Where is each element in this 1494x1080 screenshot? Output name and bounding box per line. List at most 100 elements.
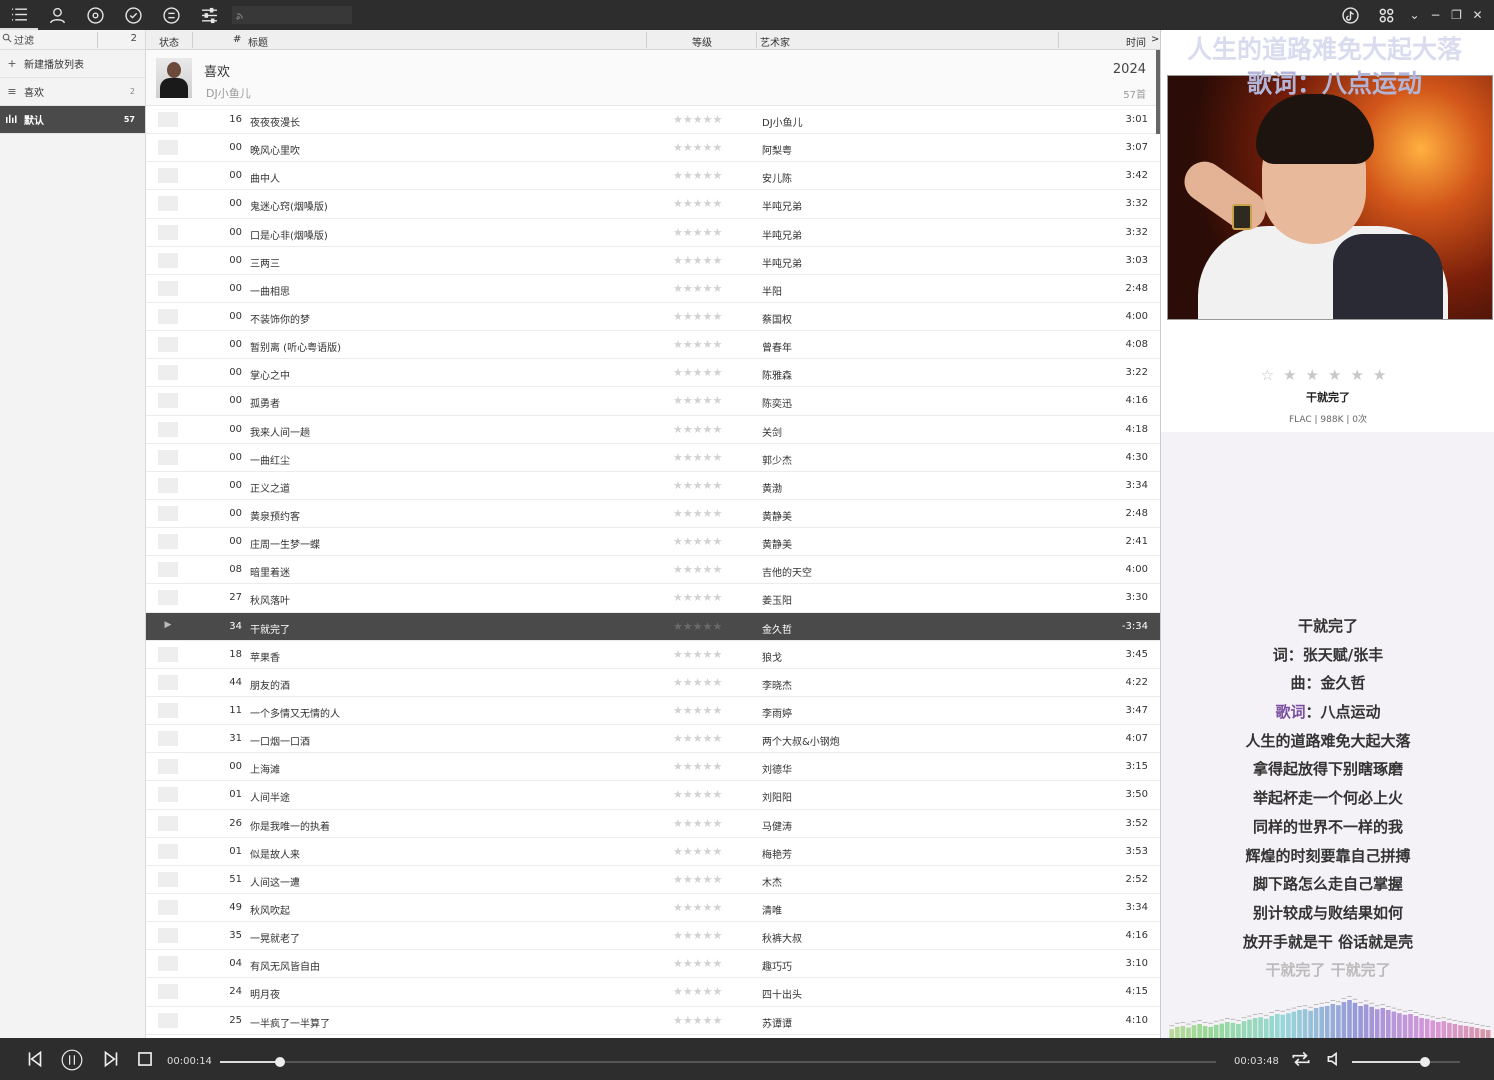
track-rating-stars[interactable]: ★★★★★ <box>673 394 722 407</box>
search-input[interactable] <box>232 6 352 24</box>
rating-stars[interactable]: ☆★★★★★ <box>1161 366 1494 384</box>
seek-bar[interactable] <box>220 1057 1216 1067</box>
col-title[interactable]: 标题 <box>248 34 268 49</box>
track-row[interactable]: 51 人间这一遭 ★★★★★ 木杰 2:52 <box>146 866 1160 894</box>
track-rating-stars[interactable]: ★★★★★ <box>673 479 722 492</box>
track-row[interactable]: 00 一曲相思 ★★★★★ 半阳 2:48 <box>146 275 1160 303</box>
list-icon[interactable] <box>0 0 38 30</box>
col-time[interactable]: 时间 <box>1126 34 1146 49</box>
track-row[interactable]: 26 你是我唯一的执着 ★★★★★ 马健涛 3:52 <box>146 810 1160 838</box>
minimize-button[interactable]: − <box>1425 0 1446 30</box>
track-row[interactable]: 44 朋友的酒 ★★★★★ 李晓杰 4:22 <box>146 669 1160 697</box>
track-rating-stars[interactable]: ★★★★★ <box>673 254 722 267</box>
stop-icon[interactable] <box>134 1048 156 1070</box>
track-rating-stars[interactable]: ★★★★★ <box>673 985 722 998</box>
tiktok-icon[interactable] <box>1332 0 1368 30</box>
track-rating-stars[interactable]: ★★★★★ <box>673 282 722 295</box>
track-row-playing[interactable]: ▶ 34 干就完了 ★★★★★ 金久哲 -3:34 <box>146 612 1160 641</box>
track-row[interactable]: 00 晚风心里吹 ★★★★★ 阿梨粤 3:07 <box>146 134 1160 163</box>
track-row[interactable]: 31 一口烟一口酒 ★★★★★ 两个大叔&小钢炮 4:07 <box>146 725 1160 754</box>
track-row[interactable]: 00 口是心非(烟嗓版) ★★★★★ 半吨兄弟 3:32 <box>146 219 1160 247</box>
track-rating-stars[interactable]: ★★★★★ <box>673 817 722 830</box>
pause-icon[interactable] <box>58 1046 86 1074</box>
restore-button[interactable]: ❐ <box>1446 0 1467 30</box>
track-row[interactable]: 00 黄泉预约客 ★★★★★ 黄静美 2:48 <box>146 500 1160 529</box>
track-rating-stars[interactable]: ★★★★★ <box>673 704 722 717</box>
menu-icon[interactable] <box>152 0 190 30</box>
track-row[interactable]: 01 似是故人来 ★★★★★ 梅艳芳 3:53 <box>146 838 1160 866</box>
track-rating-stars[interactable]: ★★★★★ <box>673 676 722 689</box>
track-rating-stars[interactable]: ★★★★★ <box>673 957 722 970</box>
volume-slider[interactable] <box>1352 1057 1460 1067</box>
track-row[interactable]: 25 一半疯了一半算了 ★★★★★ 苏谭谭 4:10 <box>146 1007 1160 1035</box>
disc-icon[interactable] <box>76 0 114 30</box>
track-rating-stars[interactable]: ★★★★★ <box>673 507 722 520</box>
track-row[interactable]: 16 夜夜夜漫长 ★★★★★ DJ小鱼儿 3:01 <box>146 106 1160 135</box>
track-rating-stars[interactable]: ★★★★★ <box>673 310 722 323</box>
track-rating-stars[interactable]: ★★★★★ <box>673 873 722 886</box>
track-row[interactable]: 00 暂别离 (听心粤语版) ★★★★★ 曾春年 4:08 <box>146 331 1160 360</box>
sidebar-item-default[interactable]: 默认 57 <box>0 106 145 134</box>
track-rating-stars[interactable]: ★★★★★ <box>673 423 722 436</box>
track-rating-stars[interactable]: ★★★★★ <box>673 901 722 914</box>
sidebar-item-new-playlist[interactable]: + 新建播放列表 <box>0 50 145 78</box>
track-row[interactable]: 00 我来人间一趟 ★★★★★ 关剑 4:18 <box>146 416 1160 444</box>
track-rating-stars[interactable]: ★★★★★ <box>673 845 722 858</box>
track-rating-stars[interactable]: ★★★★★ <box>673 197 722 210</box>
user-icon[interactable] <box>38 0 76 30</box>
collapse-button[interactable]: ⌄ <box>1404 0 1425 30</box>
seek-handle[interactable] <box>274 1057 285 1067</box>
apps-icon[interactable] <box>1368 0 1404 30</box>
track-row[interactable]: 00 孤勇者 ★★★★★ 陈奕迅 4:16 <box>146 387 1160 416</box>
clock-icon[interactable] <box>114 0 152 30</box>
track-rating-stars[interactable]: ★★★★★ <box>673 591 722 604</box>
repeat-icon[interactable] <box>1290 1048 1312 1070</box>
volume-icon[interactable] <box>1324 1048 1346 1070</box>
col-status[interactable]: 状态 <box>159 34 179 49</box>
track-rating-stars[interactable]: ★★★★★ <box>673 929 722 942</box>
track-row[interactable]: 24 明月夜 ★★★★★ 四十出头 4:15 <box>146 978 1160 1007</box>
track-row[interactable]: 00 鬼迷心窍(烟嗓版) ★★★★★ 半吨兄弟 3:32 <box>146 190 1160 219</box>
track-rating-stars[interactable]: ★★★★★ <box>673 760 722 773</box>
track-row[interactable]: 00 掌心之中 ★★★★★ 陈雅森 3:22 <box>146 359 1160 388</box>
lyrics-view[interactable]: 干就完了 词：张天赋/张丰 曲：金久哲 歌词：八点运动 人生的道路难免大起大落 拿得起放得… <box>1161 612 1494 985</box>
track-rating-stars[interactable]: ★★★★★ <box>673 366 722 379</box>
track-rating-stars[interactable]: ★★★★★ <box>673 113 722 126</box>
track-row[interactable]: 00 庄周一生梦一蝶 ★★★★★ 黄静美 2:41 <box>146 528 1160 557</box>
sidebar-item-favorites[interactable]: ≡ 喜欢 2 <box>0 78 145 106</box>
next-icon[interactable] <box>100 1048 122 1070</box>
track-rating-stars[interactable]: ★★★★★ <box>673 338 722 351</box>
track-row[interactable]: 00 三两三 ★★★★★ 半吨兄弟 3:03 <box>146 247 1160 275</box>
col-number[interactable]: # <box>233 34 241 45</box>
volume-handle[interactable] <box>1420 1057 1431 1067</box>
previous-icon[interactable] <box>24 1048 46 1070</box>
playlist-group-header[interactable]: 喜欢 DJ小鱼儿 2024 57首 <box>146 50 1160 106</box>
track-row[interactable]: 00 上海滩 ★★★★★ 刘德华 3:15 <box>146 753 1160 782</box>
track-rating-stars[interactable]: ★★★★★ <box>673 141 722 154</box>
col-artist[interactable]: 艺术家 <box>760 34 790 49</box>
col-more[interactable]: > <box>1151 34 1159 45</box>
track-row[interactable]: 11 一个多情又无情的人 ★★★★★ 李雨婷 3:47 <box>146 697 1160 726</box>
track-rating-stars[interactable]: ★★★★★ <box>673 648 722 661</box>
track-rating-stars[interactable]: ★★★★★ <box>673 535 722 548</box>
track-rating-stars[interactable]: ★★★★★ <box>673 620 722 633</box>
track-row[interactable]: 01 人间半途 ★★★★★ 刘阳阳 3:50 <box>146 781 1160 810</box>
track-row[interactable]: 27 秋风落叶 ★★★★★ 姜玉阳 3:30 <box>146 584 1160 613</box>
track-rating-stars[interactable]: ★★★★★ <box>673 563 722 576</box>
track-rating-stars[interactable]: ★★★★★ <box>673 451 722 464</box>
track-rating-stars[interactable]: ★★★★★ <box>673 169 722 182</box>
close-button[interactable]: ✕ <box>1467 0 1488 30</box>
track-rating-stars[interactable]: ★★★★★ <box>673 732 722 745</box>
track-row[interactable]: 00 一曲红尘 ★★★★★ 郭少杰 4:30 <box>146 444 1160 472</box>
settings-icon[interactable] <box>190 0 228 30</box>
track-rating-stars[interactable]: ★★★★★ <box>673 226 722 239</box>
track-row[interactable]: 04 有风无风皆自由 ★★★★★ 趣巧巧 3:10 <box>146 950 1160 979</box>
track-rating-stars[interactable]: ★★★★★ <box>673 788 722 801</box>
track-row[interactable]: 00 正义之道 ★★★★★ 黄渤 3:34 <box>146 472 1160 500</box>
track-row[interactable]: 49 秋风吹起 ★★★★★ 清唯 3:34 <box>146 894 1160 923</box>
track-row[interactable]: 00 曲中人 ★★★★★ 安儿陈 3:42 <box>146 162 1160 191</box>
track-row[interactable]: 35 一晃就老了 ★★★★★ 秋裤大叔 4:16 <box>146 922 1160 951</box>
track-rating-stars[interactable]: ★★★★★ <box>673 1014 722 1027</box>
filter-field[interactable]: 过滤 2 <box>0 30 145 50</box>
track-row[interactable]: 18 苹果香 ★★★★★ 狼戈 3:45 <box>146 641 1160 669</box>
